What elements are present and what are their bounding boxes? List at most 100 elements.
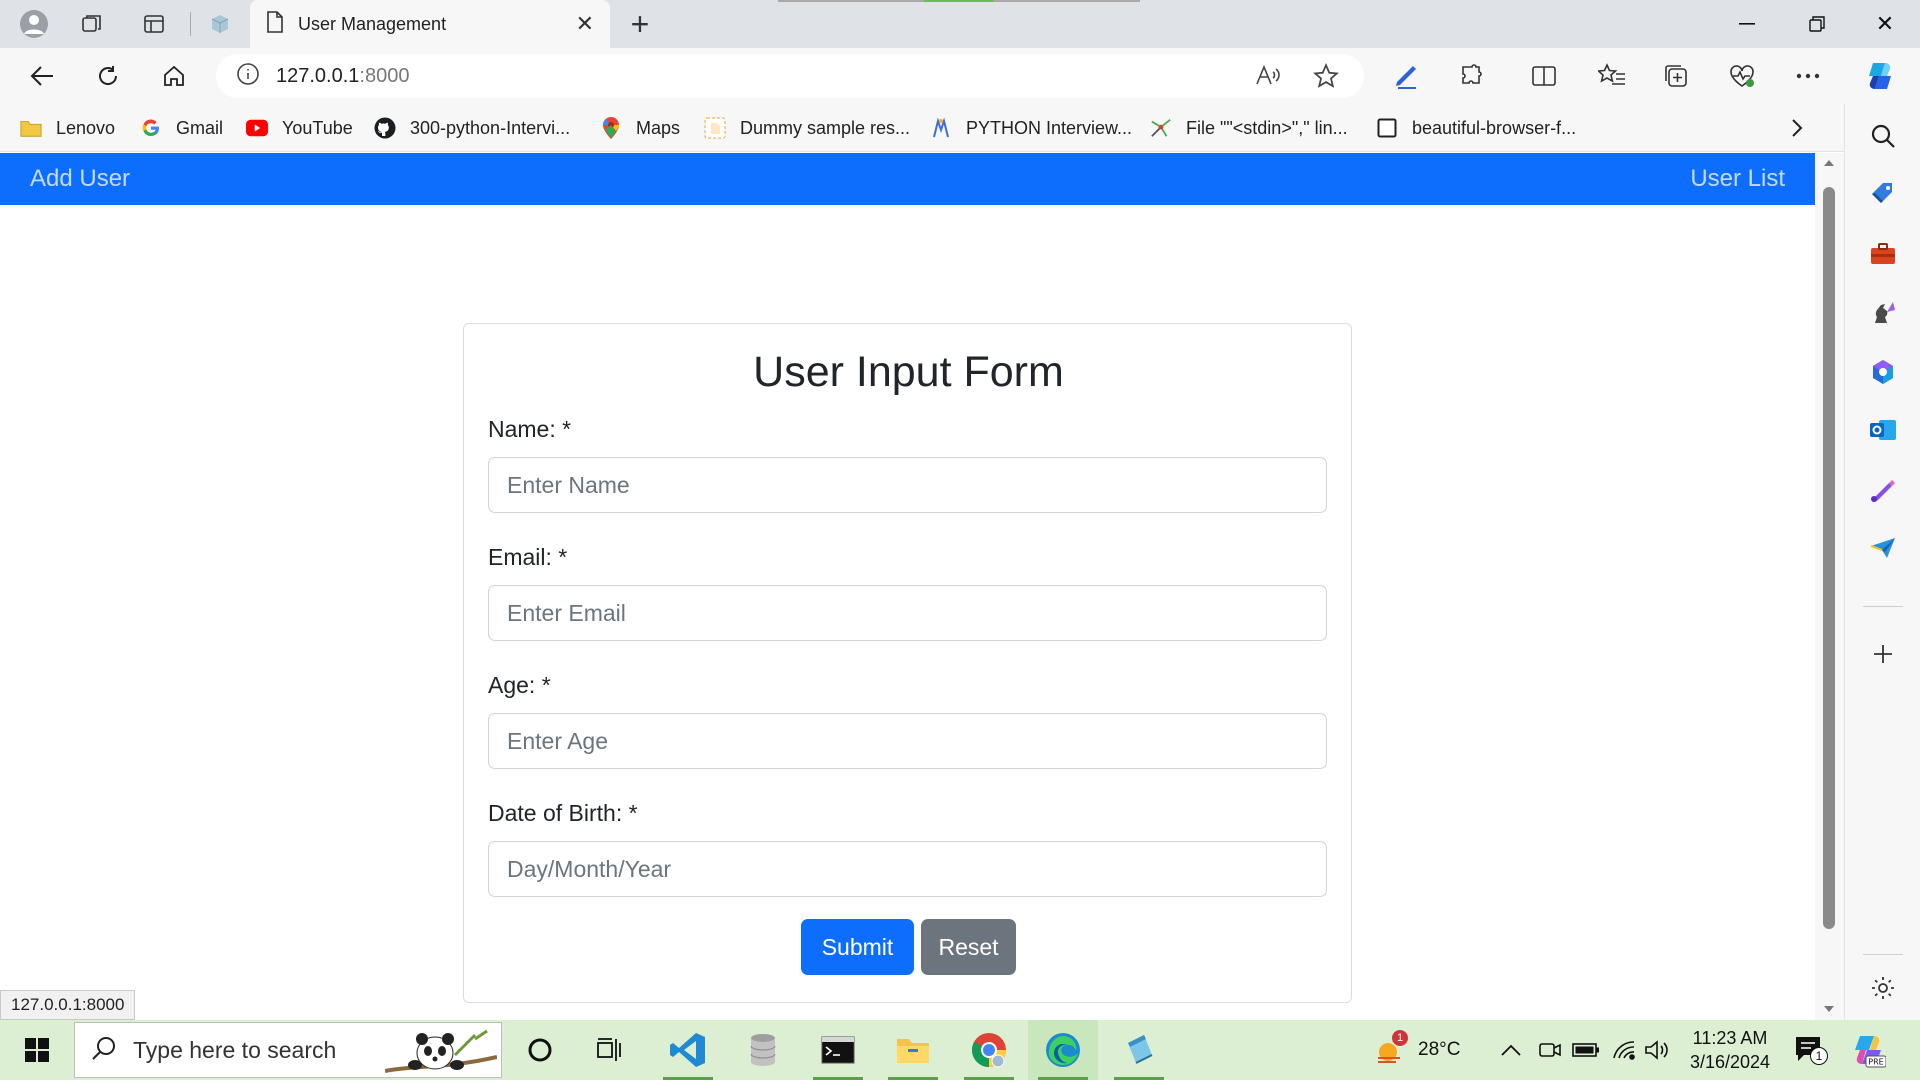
bookmark-label: PYTHON Interview...	[966, 117, 1133, 138]
bookmark-label: beautiful-browser-f...	[1412, 117, 1577, 138]
spark-icon	[1150, 117, 1172, 139]
reset-button[interactable]: Reset	[921, 919, 1016, 975]
bookmark-beautiful-browser[interactable]: beautiful-browser-f...	[1376, 104, 1576, 152]
vertical-tabs-icon[interactable]	[130, 0, 178, 48]
home-button[interactable]	[146, 48, 202, 104]
page-icon	[266, 10, 284, 38]
chrome-icon[interactable]	[954, 1020, 1024, 1080]
address-bar[interactable]: 127.0.0.1:8000	[216, 54, 1364, 98]
collapsed-tab-icon[interactable]	[196, 0, 244, 48]
sidebar-settings-icon[interactable]	[1865, 970, 1901, 1006]
tab-progress-right	[994, 0, 1140, 2]
sidebar-shopping-icon[interactable]	[1865, 176, 1901, 212]
web-page: Add User User List User Input Form Name:…	[0, 153, 1815, 1020]
copilot-preview-icon[interactable]: PRE	[1850, 1020, 1886, 1080]
bookmark-dummy-sample[interactable]: Dummy sample res...	[704, 104, 910, 152]
database-app-icon[interactable]	[728, 1020, 798, 1080]
volume-icon[interactable]	[1644, 1020, 1670, 1080]
sidebar-send-icon[interactable]	[1865, 530, 1901, 566]
restore-button[interactable]	[1782, 0, 1852, 48]
sidebar-copilot-365-icon[interactable]	[1865, 354, 1901, 390]
sidebar-search-icon[interactable]	[1865, 118, 1901, 154]
sidebar-outlook-icon[interactable]	[1865, 412, 1901, 448]
nav-add-user[interactable]: Add User	[30, 153, 130, 205]
bookmark-python-interview[interactable]: PYTHON Interview...	[930, 104, 1132, 152]
file-explorer-icon[interactable]	[878, 1020, 948, 1080]
bookmark-label: Lenovo	[56, 117, 116, 138]
taskbar-search-box[interactable]: Type here to search	[74, 1022, 502, 1078]
collections-icon[interactable]	[1656, 56, 1696, 96]
screen: User Management ✕ + ✕ 127.0.0.1:8000 Le…	[0, 0, 1920, 1080]
extensions-icon[interactable]	[1452, 56, 1492, 96]
bookmark-maps[interactable]: Maps	[600, 104, 680, 152]
task-view-icon[interactable]	[575, 1020, 645, 1080]
close-window-button[interactable]: ✕	[1850, 0, 1920, 48]
windows-taskbar: Type here to search 1 28°C 11:23 AM 3/16…	[0, 1020, 1920, 1080]
url-host: 127.0.0.1	[276, 64, 360, 87]
youtube-icon	[246, 117, 268, 139]
bookmark-python-repo[interactable]: 300-python-Intervi...	[374, 104, 570, 152]
site-info-icon[interactable]	[236, 62, 260, 91]
app-navbar: Add User User List	[0, 153, 1815, 205]
github-icon	[374, 117, 396, 139]
back-button[interactable]	[14, 48, 70, 104]
windows-start-icon[interactable]	[2, 1020, 72, 1080]
edge-icon[interactable]	[1028, 1020, 1098, 1080]
copilot-icon[interactable]	[1860, 56, 1900, 96]
email-input[interactable]	[488, 585, 1327, 641]
scroll-down-arrow-icon[interactable]	[1823, 1005, 1835, 1013]
battery-icon[interactable]	[1572, 1020, 1600, 1080]
taskbar-clock[interactable]: 11:23 AM 3/16/2024	[1680, 1026, 1780, 1074]
tab-title: User Management	[298, 13, 447, 34]
bookmark-lenovo[interactable]: Lenovo	[20, 104, 115, 152]
nav-user-list[interactable]: User List	[1690, 153, 1785, 205]
dob-label: Date of Birth: *	[488, 800, 638, 826]
dob-input[interactable]	[488, 841, 1327, 897]
workspaces-icon[interactable]	[68, 0, 116, 48]
sidebar-add-icon[interactable]	[1865, 636, 1901, 672]
more-options-icon[interactable]	[1788, 56, 1828, 96]
read-aloud-icon[interactable]	[1250, 58, 1286, 94]
email-label: Email: *	[488, 544, 568, 570]
svg-text:PRE: PRE	[1868, 1058, 1883, 1067]
wifi-icon[interactable]	[1612, 1020, 1636, 1080]
bookmark-label: Gmail	[176, 117, 224, 138]
age-input[interactable]	[488, 713, 1327, 769]
favorite-star-icon[interactable]	[1308, 58, 1344, 94]
name-input[interactable]	[488, 457, 1327, 513]
page-scrollbar[interactable]	[1815, 153, 1844, 1020]
bookmark-gmail[interactable]: Gmail	[140, 104, 223, 152]
split-screen-icon[interactable]	[1524, 56, 1564, 96]
sidebar-tools-icon[interactable]	[1865, 236, 1901, 272]
new-tab-button[interactable]: +	[620, 0, 660, 48]
show-hidden-icons-chevron-icon[interactable]	[1500, 1020, 1522, 1080]
browser-essentials-icon[interactable]	[1722, 56, 1762, 96]
vscode-icon[interactable]	[653, 1020, 723, 1080]
notification-center-icon[interactable]: 1	[1794, 1020, 1828, 1080]
weather-alert-badge: 1	[1392, 1030, 1408, 1046]
bookmark-file-stdin[interactable]: File ""<stdin>"," lin...	[1150, 104, 1348, 152]
bookmarks-overflow-chevron-icon[interactable]	[1790, 104, 1804, 152]
scroll-thumb[interactable]	[1823, 187, 1835, 929]
sidebar-games-icon[interactable]	[1865, 294, 1901, 330]
pen-extension-icon[interactable]	[1386, 56, 1426, 96]
sidebar-designer-icon[interactable]	[1865, 472, 1901, 508]
tab-progress-active	[924, 0, 994, 2]
python-icon	[930, 117, 952, 139]
profile-icon[interactable]	[10, 0, 58, 48]
scroll-up-arrow-icon[interactable]	[1823, 159, 1835, 167]
favorites-icon[interactable]	[1592, 56, 1632, 96]
weather-widget[interactable]: 1 28°C	[1374, 1020, 1460, 1080]
submit-button[interactable]: Submit	[801, 919, 914, 975]
taskbar-search-placeholder: Type here to search	[133, 1036, 337, 1063]
notepad-icon[interactable]	[1104, 1020, 1174, 1080]
google-icon	[140, 117, 162, 139]
minimize-button[interactable]	[1712, 0, 1782, 48]
bookmark-youtube[interactable]: YouTube	[246, 104, 353, 152]
close-tab-icon[interactable]: ✕	[576, 11, 594, 37]
terminal-icon[interactable]	[803, 1020, 873, 1080]
active-tab[interactable]: User Management ✕	[250, 0, 610, 48]
cortana-icon[interactable]	[505, 1020, 575, 1080]
refresh-button[interactable]	[80, 48, 136, 104]
meet-now-icon[interactable]	[1538, 1020, 1562, 1080]
